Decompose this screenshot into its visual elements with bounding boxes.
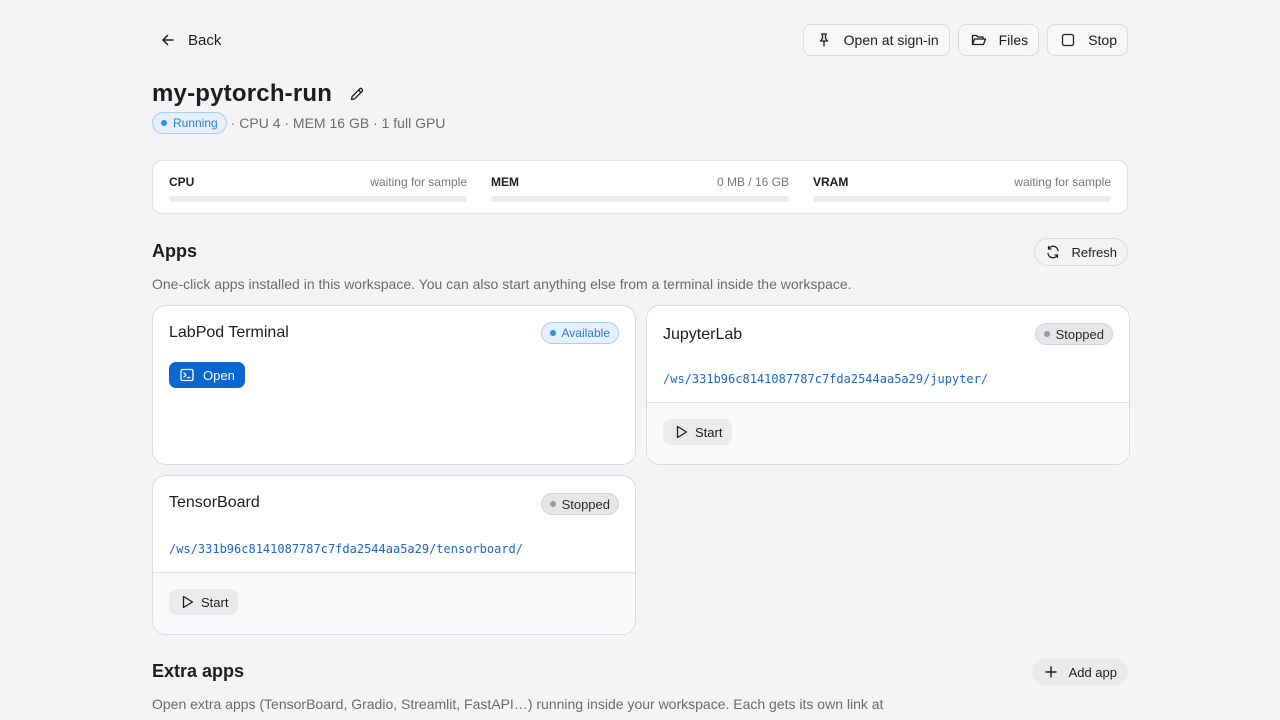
refresh-label: Refresh (1071, 244, 1117, 260)
start-label: Start (695, 424, 723, 440)
metric-value: 0 MB / 16 GB (716, 175, 789, 189)
metric-mem: MEM 0 MB / 16 GB (491, 175, 789, 202)
title-row: my-pytorch-run (152, 80, 368, 108)
open-at-signin-button[interactable]: Open at sign-in (802, 24, 950, 56)
stop-button[interactable]: Stop (1047, 24, 1128, 56)
status-dot (161, 120, 167, 126)
stop-square-icon (1060, 32, 1076, 48)
workspace-specs: · CPU 4 · MEM 16 GB · 1 full GPU (230, 115, 446, 131)
app-path-link[interactable]: /ws/331b96c8141087787c7fda2544aa5a29/ten… (169, 542, 523, 556)
rename-button[interactable] (346, 83, 368, 105)
extra-apps-section-title: Extra apps (152, 661, 245, 681)
metric-bar (169, 196, 467, 202)
play-icon (673, 424, 689, 440)
app-status-label: Stopped (1055, 326, 1104, 342)
metric-vram: VRAM waiting for sample (813, 175, 1111, 202)
metric-label: CPU (169, 175, 195, 189)
extra-apps-description: Open extra apps (TensorBoard, Gradio, St… (152, 696, 884, 712)
files-button[interactable]: Files (957, 24, 1040, 56)
workspace-name: my-pytorch-run (152, 80, 333, 107)
app-status-badge: Stopped (1034, 323, 1113, 345)
status-dot (1043, 331, 1050, 337)
app-card-jupyterlab: JupyterLab Stopped /ws/331b96c8141087787… (646, 305, 1130, 465)
status-badge: Running (152, 112, 227, 134)
resource-metrics: CPU waiting for sample MEM 0 MB / 16 GB … (152, 160, 1128, 214)
status-dot (549, 330, 556, 336)
stop-label: Stop (1088, 32, 1117, 48)
app-card-tensorboard: TensorBoard Stopped /ws/331b96c814108778… (152, 475, 636, 635)
app-status-label: Available (561, 326, 610, 340)
card-footer: Start (153, 572, 635, 634)
app-name: LabPod Terminal (169, 324, 289, 341)
play-icon (179, 594, 195, 610)
folder-open-icon (971, 32, 987, 48)
open-at-signin-label: Open at sign-in (843, 32, 939, 48)
arrow-left-icon (160, 32, 176, 48)
start-tensorboard-button[interactable]: Start (169, 589, 239, 615)
app-status-badge: Available (540, 322, 619, 344)
metric-value: waiting for sample (1014, 175, 1111, 189)
start-jupyterlab-button[interactable]: Start (663, 419, 733, 445)
top-bar: Back Open at sign-in Files Stop (152, 24, 1128, 56)
metric-value: waiting for sample (370, 175, 467, 189)
app-name: TensorBoard (169, 494, 260, 511)
app-status-label: Stopped (561, 496, 610, 512)
plus-icon (1043, 664, 1059, 680)
card-footer: Start (647, 402, 1129, 464)
add-app-button[interactable]: Add app (1031, 658, 1128, 686)
apps-section-title: Apps (152, 241, 197, 261)
apps-description: One-click apps installed in this workspa… (152, 276, 852, 292)
app-path-link[interactable]: /ws/331b96c8141087787c7fda2544aa5a29/jup… (663, 372, 988, 386)
app-status-badge: Stopped (540, 493, 619, 515)
metric-label: VRAM (813, 175, 849, 189)
terminal-icon (179, 367, 195, 383)
top-actions: Open at sign-in Files Stop (802, 24, 1128, 56)
metric-cpu: CPU waiting for sample (169, 175, 467, 202)
add-app-label: Add app (1068, 664, 1117, 680)
refresh-button[interactable]: Refresh (1034, 238, 1128, 266)
metric-bar (813, 196, 1111, 202)
refresh-icon (1045, 244, 1061, 260)
back-label: Back (188, 31, 222, 49)
status-dot (549, 501, 556, 507)
app-name: JupyterLab (663, 326, 743, 343)
start-label: Start (201, 594, 229, 610)
open-terminal-button[interactable]: Open (169, 362, 245, 388)
workspace-meta: Running · CPU 4 · MEM 16 GB · 1 full GPU (152, 112, 445, 134)
pin-icon (816, 32, 832, 48)
back-button[interactable]: Back (152, 24, 233, 56)
app-card-labpod-terminal: LabPod Terminal Available Open (152, 305, 636, 465)
files-label: Files (998, 32, 1029, 48)
metric-label: MEM (491, 175, 519, 189)
pencil-icon (349, 86, 365, 102)
metric-bar (491, 196, 789, 202)
status-label: Running (173, 116, 218, 130)
open-label: Open (203, 367, 235, 383)
